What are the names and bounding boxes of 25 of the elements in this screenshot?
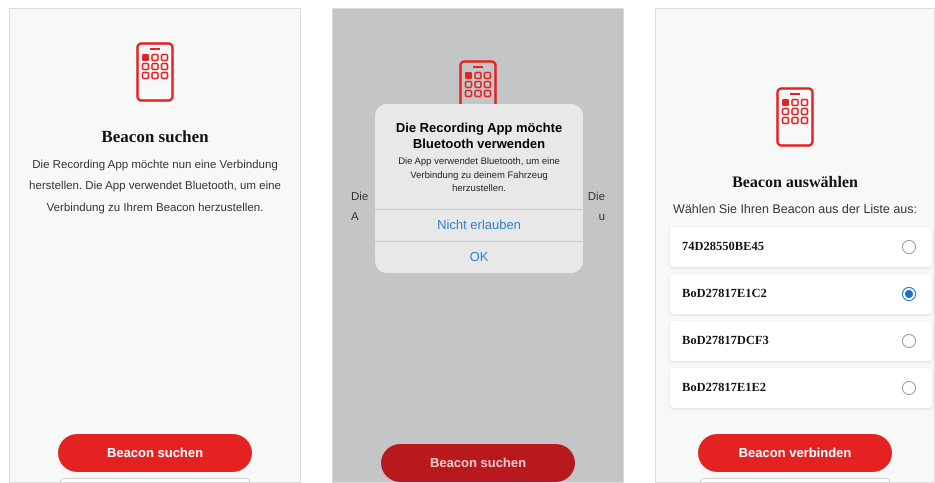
radio-button[interactable] [902,286,916,301]
dialog-button[interactable]: OK [375,240,583,272]
screen-title: Beacon auswählen [731,173,859,193]
text-fragment: A [351,210,359,225]
subtitle-text: Wählen Sie Ihren Beacon aus der Liste aus: [672,201,918,218]
beacon-list-item[interactable]: BoD27817DCF3 [670,320,932,361]
dialog-button[interactable]: Nicht erlauben [375,208,583,240]
smartphone-icon [136,42,174,102]
primary-button[interactable]: Beacon suchen [381,444,575,482]
primary-button[interactable]: Beacon suchen [58,434,252,472]
dialog-title: Die Recording App möchte Bluetooth verwenden [394,119,564,152]
smartphone-icon [776,87,814,147]
text-fragment: Die [351,190,368,205]
primary-button[interactable]: Beacon verbinden [698,434,892,472]
radio-button[interactable] [902,380,916,395]
beacon-list-item[interactable]: BoD27817E1C2 [670,274,932,314]
description-text: Die Recording App möchte nun eine Verbindung herstellen. Die App verwendet Bluetooth, um eine Verbindung zu Ihrem Beacon herzustellen. [28,158,282,216]
beacon-list-item[interactable]: BoD27817E1E2 [670,368,932,408]
screen-title: Beacon suchen [100,126,210,148]
text-fragment: u [598,210,605,225]
radio-button[interactable] [902,240,916,254]
text-fragment: Die [588,190,605,205]
beacon-list-item[interactable]: 74D28550BE45 [670,226,932,267]
dialog-message: Die App verwendet Bluetooth, um eine Verbindung zu deinem Fahrzeug herzustellen. [397,155,561,196]
radio-button[interactable] [902,334,916,348]
